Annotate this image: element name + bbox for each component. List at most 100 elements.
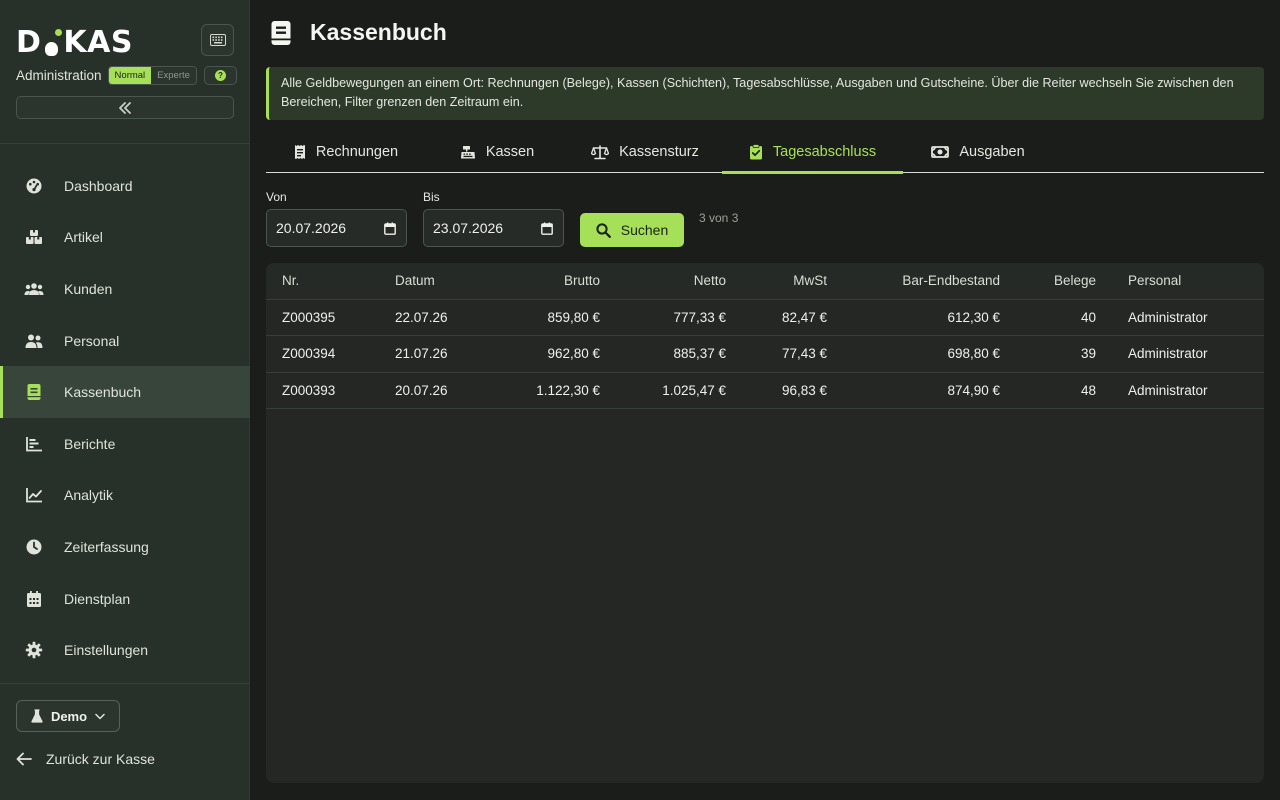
- arrow-left-icon: [16, 752, 32, 766]
- sidebar: D KAS Administration Normal Experte ? Da…: [0, 0, 250, 800]
- sidebar-item-label: Dashboard: [64, 177, 133, 194]
- column-header-mwst[interactable]: MwSt: [726, 263, 827, 300]
- sidebar-item-dashboard[interactable]: Dashboard: [0, 160, 250, 212]
- calendar-icon: [541, 222, 553, 235]
- table-row[interactable]: Z000393 20.07.26 1.122,30 € 1.025,47 € 9…: [266, 372, 1264, 409]
- column-header-datum[interactable]: Datum: [395, 263, 485, 300]
- column-header-brutto[interactable]: Brutto: [485, 263, 600, 300]
- tab-tagesabschluss[interactable]: Tagesabschluss: [722, 132, 903, 174]
- sidebar-item-zeiterfassung[interactable]: Zeiterfassung: [0, 521, 250, 573]
- dikas-logo[interactable]: D KAS: [16, 24, 133, 60]
- column-header-belege[interactable]: Belege: [1000, 263, 1096, 300]
- sidebar-item-label: Artikel: [64, 229, 103, 246]
- cell-netto: 777,33 €: [600, 299, 726, 336]
- sidebar-item-label: Analytik: [64, 487, 114, 504]
- mode-normal-button[interactable]: Normal: [108, 67, 152, 84]
- cell-brutto: 962,80 €: [485, 335, 600, 373]
- clock-icon: [24, 537, 44, 557]
- sidebar-item-label: Berichte: [64, 435, 116, 452]
- help-button[interactable]: ?: [203, 66, 237, 85]
- closing-table: Nr. Datum Brutto Netto MwSt Bar-Endbesta…: [266, 263, 1264, 783]
- cell-netto: 1.025,47 €: [600, 372, 726, 409]
- keyboard-icon: [209, 34, 226, 46]
- tab-rechnungen[interactable]: Rechnungen: [266, 132, 426, 172]
- to-date-value: 23.07.2026: [433, 220, 504, 236]
- column-header-netto[interactable]: Netto: [600, 263, 726, 300]
- staff-icon: [24, 331, 44, 351]
- cell-brutto: 1.122,30 €: [485, 372, 600, 409]
- money-bill-icon: [931, 146, 950, 158]
- book-icon: [24, 382, 44, 402]
- table-row[interactable]: Z000395 22.07.26 859,80 € 777,33 € 82,47…: [266, 299, 1264, 336]
- keyboard-button[interactable]: [201, 24, 234, 56]
- tab-label: Rechnungen: [315, 144, 399, 160]
- sidebar-item-personal[interactable]: Personal: [0, 315, 250, 367]
- tab-kassensturz[interactable]: Kassensturz: [568, 132, 722, 172]
- search-button-label: Suchen: [620, 222, 669, 238]
- divider: [0, 143, 250, 144]
- mode-expert-button[interactable]: Experte: [151, 67, 196, 84]
- palette-icon: [24, 176, 44, 196]
- cell-bar-endbestand: 698,80 €: [827, 335, 1000, 373]
- main-content: Kassenbuch Alle Geldbewegungen an einem …: [250, 0, 1280, 800]
- cell-personal: Administrator: [1096, 372, 1264, 409]
- cell-nr: Z000393: [266, 372, 395, 409]
- tab-bar: Rechnungen Kassen Kassensturz Tagesabsch…: [266, 132, 1264, 174]
- page-title: Kassenbuch: [310, 19, 447, 45]
- tab-label: Kassensturz: [619, 144, 699, 160]
- boxes-icon: [24, 227, 44, 247]
- tab-ausgaben[interactable]: Ausgaben: [903, 132, 1053, 172]
- cell-brutto: 859,80 €: [485, 299, 600, 336]
- table-header-row: Nr. Datum Brutto Netto MwSt Bar-Endbesta…: [266, 263, 1264, 300]
- from-label: Von: [266, 190, 287, 204]
- sidebar-item-label: Zeiterfassung: [64, 538, 149, 555]
- sidebar-item-kunden[interactable]: Kunden: [0, 263, 250, 315]
- sidebar-item-artikel[interactable]: Artikel: [0, 212, 250, 264]
- info-box: Alle Geldbewegungen an einem Ort: Rechnu…: [266, 67, 1264, 120]
- cell-datum: 20.07.26: [395, 372, 485, 409]
- column-header-nr[interactable]: Nr.: [266, 263, 395, 300]
- cell-belege: 39: [1000, 335, 1096, 373]
- cell-nr: Z000395: [266, 299, 395, 336]
- result-count: 3 von 3: [699, 211, 739, 225]
- column-header-personal[interactable]: Personal: [1096, 263, 1264, 300]
- sidebar-item-berichte[interactable]: Berichte: [0, 418, 250, 470]
- bar-chart-icon: [24, 434, 44, 454]
- calendar-icon: [384, 222, 396, 235]
- cell-personal: Administrator: [1096, 335, 1264, 373]
- line-chart-icon: [24, 485, 44, 505]
- admin-row: Administration Normal Experte ?: [16, 66, 237, 85]
- sidebar-item-kassenbuch[interactable]: Kassenbuch: [0, 366, 250, 418]
- clipboard-check-icon: [749, 144, 762, 160]
- scale-icon: [591, 144, 610, 159]
- search-button[interactable]: Suchen: [580, 213, 684, 247]
- from-date-input[interactable]: 20.07.2026: [266, 209, 407, 247]
- cell-belege: 40: [1000, 299, 1096, 336]
- sidebar-item-label: Kunden: [64, 280, 113, 297]
- sidebar-item-einstellungen[interactable]: Einstellungen: [0, 624, 250, 676]
- sidebar-item-analytik[interactable]: Analytik: [0, 470, 250, 522]
- gear-icon: [24, 640, 44, 660]
- sidebar-item-dienstplan[interactable]: Dienstplan: [0, 573, 250, 625]
- mode-toggle: Normal Experte: [107, 66, 197, 85]
- table-row[interactable]: Z000394 21.07.26 962,80 € 885,37 € 77,43…: [266, 335, 1264, 373]
- cell-datum: 21.07.26: [395, 335, 485, 373]
- from-date-value: 20.07.2026: [276, 220, 347, 236]
- tab-label: Ausgaben: [959, 144, 1025, 160]
- back-to-register-link[interactable]: Zurück zur Kasse: [16, 751, 155, 767]
- divider: [0, 683, 250, 684]
- section-label: Administration: [16, 68, 102, 83]
- collapse-sidebar-button[interactable]: [16, 96, 234, 119]
- demo-dropdown[interactable]: Demo: [16, 700, 120, 732]
- sidebar-item-label: Kassenbuch: [64, 384, 142, 401]
- to-label: Bis: [423, 190, 440, 204]
- sidebar-item-label: Personal: [64, 332, 120, 349]
- tab-kassen[interactable]: Kassen: [426, 132, 568, 172]
- cell-bar-endbestand: 612,30 €: [827, 299, 1000, 336]
- sidebar-item-label: Einstellungen: [64, 642, 149, 659]
- cash-register-icon: [460, 145, 475, 158]
- column-header-bar-endbestand[interactable]: Bar-Endbestand: [827, 263, 1000, 300]
- receipt-icon: [294, 145, 305, 159]
- to-date-input[interactable]: 23.07.2026: [423, 209, 564, 247]
- back-label: Zurück zur Kasse: [46, 751, 155, 767]
